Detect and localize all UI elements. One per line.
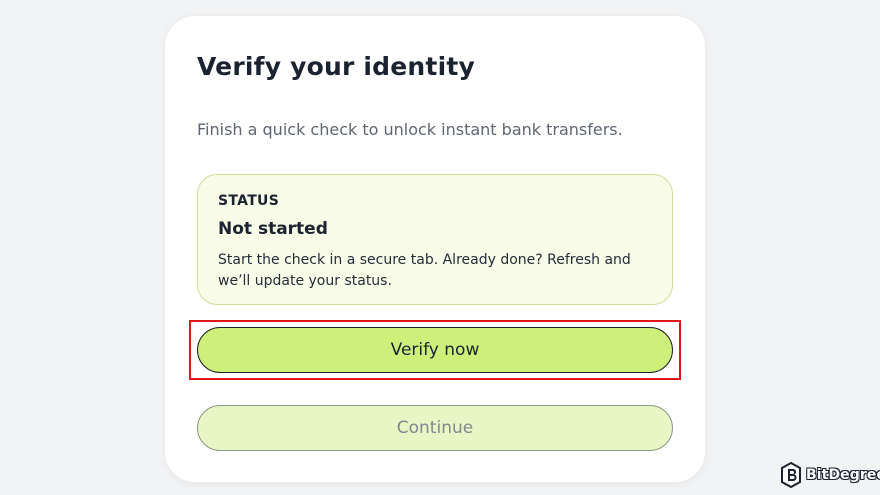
brand-watermark: BitDegree (780, 460, 880, 490)
verify-now-button[interactable]: Verify now (197, 327, 673, 373)
page-title: Verify your identity (197, 52, 475, 81)
page-background: Verify your identity Finish a quick chec… (0, 0, 880, 495)
continue-button[interactable]: Continue (197, 405, 673, 451)
bitdegree-logo-icon (780, 461, 802, 489)
brand-name: BitDegree (806, 467, 880, 483)
status-value: Not started (218, 219, 328, 239)
status-panel: STATUS Not started Start the check in a … (197, 174, 673, 305)
verify-identity-card: Verify your identity Finish a quick chec… (165, 16, 705, 482)
status-label: STATUS (218, 193, 280, 209)
page-subtitle: Finish a quick check to unlock instant b… (197, 120, 623, 139)
status-description: Start the check in a secure tab. Already… (218, 252, 631, 289)
